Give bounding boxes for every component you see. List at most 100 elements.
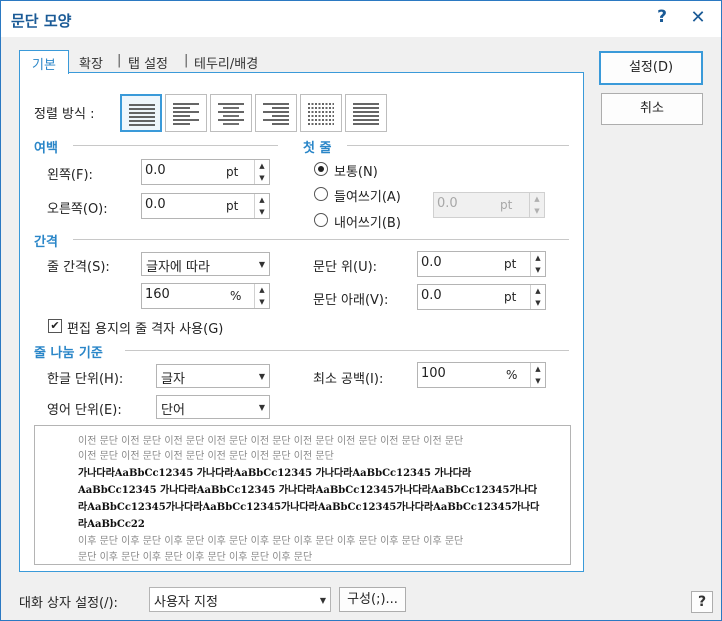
tab-separator: | <box>184 53 189 68</box>
tab-tab-settings[interactable]: 탭 설정 <box>128 50 168 73</box>
line-grid-label[interactable]: 편집 용지의 줄 격자 사용(G) <box>67 318 223 337</box>
preview-sample-line: 라AaBbCc12345가나다라AaBbCc12345가나다라AaBbCc123… <box>78 502 540 513</box>
question-icon: ? <box>697 594 707 610</box>
help-icon[interactable]: ? <box>651 7 673 31</box>
preview-sample-line: AaBbCc12345 가나다라AaBbCc12345 가나다라AaBbCc12… <box>78 485 538 496</box>
cancel-button[interactable]: 취소 <box>601 93 703 125</box>
spin-down-icon[interactable]: ▼ <box>255 172 269 184</box>
line-break-heading: 줄 나눔 기준 <box>34 346 103 361</box>
min-space-label: 최소 공백(I): <box>313 372 384 387</box>
dialog-settings-label: 대화 상자 설정(/): <box>19 596 118 611</box>
first-line-divider <box>347 145 569 146</box>
preview-next-line: 문단 이후 문단 이후 문단 이후 문단 이후 문단 이후 문단 <box>78 552 313 563</box>
spin-down-icon[interactable]: ▼ <box>255 296 269 308</box>
distribute-icon <box>308 103 334 125</box>
help-button[interactable]: ? <box>691 591 713 613</box>
title-bar: 문단 모양 ? ✕ <box>1 1 721 37</box>
right-margin-value[interactable]: 0.0 <box>145 197 166 212</box>
line-grid-checkbox[interactable]: ✔ <box>48 319 62 333</box>
chevron-down-icon: ▼ <box>258 372 265 381</box>
hangul-unit-label: 한글 단위(H): <box>47 372 124 387</box>
line-spacing-type-value: 글자에 따라 <box>146 260 210 275</box>
align-right-icon <box>263 103 289 125</box>
space-above-value[interactable]: 0.0 <box>421 255 442 270</box>
english-unit-label: 영어 단위(E): <box>47 403 122 418</box>
spin-down-icon[interactable]: ▼ <box>531 375 545 387</box>
dialog-title: 문단 모양 <box>11 12 72 30</box>
english-unit-select[interactable]: 단어 ▼ <box>156 395 270 419</box>
first-line-normal-label[interactable]: 보통(N) <box>334 161 378 180</box>
spin-up-icon[interactable]: ▲ <box>255 194 269 206</box>
tab-basic[interactable]: 기본 <box>19 50 69 74</box>
dialog-settings-select[interactable]: 사용자 지정 ▼ <box>149 587 331 612</box>
left-margin-spinner[interactable]: 0.0 pt ▲ ▼ <box>141 159 270 185</box>
preview-prev-line: 이전 문단 이전 문단 이전 문단 이전 문단 이전 문단 이전 문단 <box>78 451 334 462</box>
ok-button[interactable]: 설정(D) <box>599 51 703 85</box>
right-margin-label: 오른쪽(O): <box>47 202 108 217</box>
close-icon[interactable]: ✕ <box>687 7 709 31</box>
spin-up-icon[interactable]: ▲ <box>531 285 545 297</box>
spin-up-icon[interactable]: ▲ <box>255 160 269 172</box>
line-spacing-label: 줄 간격(S): <box>47 260 110 275</box>
paragraph-shape-dialog: 문단 모양 ? ✕ 기본 확장 | 탭 설정 | 테두리/배경 설정(D) 취소… <box>0 0 722 621</box>
min-space-unit: % <box>506 368 518 382</box>
spacing-heading: 간격 <box>34 235 58 250</box>
hangul-unit-select[interactable]: 글자 ▼ <box>156 364 270 388</box>
first-line-indent-spinner: 0.0 pt ▲ ▼ <box>433 192 545 218</box>
align-left-icon <box>173 103 199 125</box>
align-distribute-button[interactable] <box>300 94 342 132</box>
paragraph-preview: 이전 문단 이전 문단 이전 문단 이전 문단 이전 문단 이전 문단 이전 문… <box>34 425 571 565</box>
first-line-outdent-label[interactable]: 내어쓰기(B) <box>334 212 401 231</box>
right-margin-spinner[interactable]: 0.0 pt ▲ ▼ <box>141 193 270 219</box>
spin-up-icon[interactable]: ▲ <box>255 284 269 296</box>
configure-button[interactable]: 구성(;)... <box>339 587 406 612</box>
margins-heading: 여백 <box>34 141 58 156</box>
align-center-icon <box>218 103 244 125</box>
checkmark-icon: ✔ <box>50 319 60 332</box>
space-above-spinner[interactable]: 0.0 pt ▲ ▼ <box>417 251 546 277</box>
hangul-unit-value: 글자 <box>161 372 185 387</box>
first-line-indent-label[interactable]: 들여쓰기(A) <box>334 186 401 205</box>
spin-up-icon[interactable]: ▲ <box>531 363 545 375</box>
first-line-outdent-radio[interactable] <box>314 213 328 227</box>
tab-extended[interactable]: 확장 <box>79 50 103 73</box>
align-right-button[interactable] <box>255 94 297 132</box>
english-unit-value: 단어 <box>161 403 185 418</box>
min-space-spinner[interactable]: 100 % ▲ ▼ <box>417 362 546 388</box>
dialog-settings-value: 사용자 지정 <box>154 595 218 610</box>
chevron-down-icon: ▼ <box>319 596 326 605</box>
left-margin-label: 왼쪽(F): <box>47 168 93 183</box>
spin-down-icon[interactable]: ▼ <box>255 206 269 218</box>
spin-down-icon[interactable]: ▼ <box>531 264 545 276</box>
justify-icon <box>129 104 155 126</box>
line-spacing-type-select[interactable]: 글자에 따라 ▼ <box>141 252 270 276</box>
spin-down-icon: ▼ <box>534 207 540 215</box>
space-below-value[interactable]: 0.0 <box>421 288 442 303</box>
tab-separator: | <box>117 53 122 68</box>
first-line-indent-value: 0.0 <box>437 196 458 211</box>
space-below-spinner[interactable]: 0.0 pt ▲ ▼ <box>417 284 546 310</box>
align-left-button[interactable] <box>165 94 207 132</box>
align-justify-button[interactable] <box>120 94 162 132</box>
chevron-down-icon: ▼ <box>258 403 265 412</box>
line-spacing-value-spinner[interactable]: 160 % ▲ ▼ <box>141 283 270 309</box>
spin-down-icon[interactable]: ▼ <box>531 297 545 309</box>
left-margin-value[interactable]: 0.0 <box>145 163 166 178</box>
tab-border-background[interactable]: 테두리/배경 <box>194 50 258 73</box>
space-below-label: 문단 아래(V): <box>313 293 389 308</box>
spin-up-icon[interactable]: ▲ <box>531 252 545 264</box>
alignment-label: 정렬 방식 : <box>34 107 95 122</box>
first-line-indent-radio[interactable] <box>314 187 328 201</box>
min-space-value[interactable]: 100 <box>421 366 446 381</box>
line-spacing-value[interactable]: 160 <box>145 287 170 302</box>
space-above-label: 문단 위(U): <box>313 260 378 275</box>
divide-icon <box>353 103 379 125</box>
align-divide-button[interactable] <box>345 94 387 132</box>
preview-sample-line: 라AaBbCc22 <box>78 519 145 530</box>
preview-prev-line: 이전 문단 이전 문단 이전 문단 이전 문단 이전 문단 이전 문단 이전 문… <box>78 436 464 447</box>
first-line-indent-unit: pt <box>500 198 513 212</box>
right-margin-unit: pt <box>226 199 239 213</box>
align-center-button[interactable] <box>210 94 252 132</box>
first-line-normal-radio[interactable] <box>314 162 328 176</box>
preview-sample-line: 가나다라AaBbCc12345 가나다라AaBbCc12345 가나다라AaBb… <box>78 468 472 479</box>
